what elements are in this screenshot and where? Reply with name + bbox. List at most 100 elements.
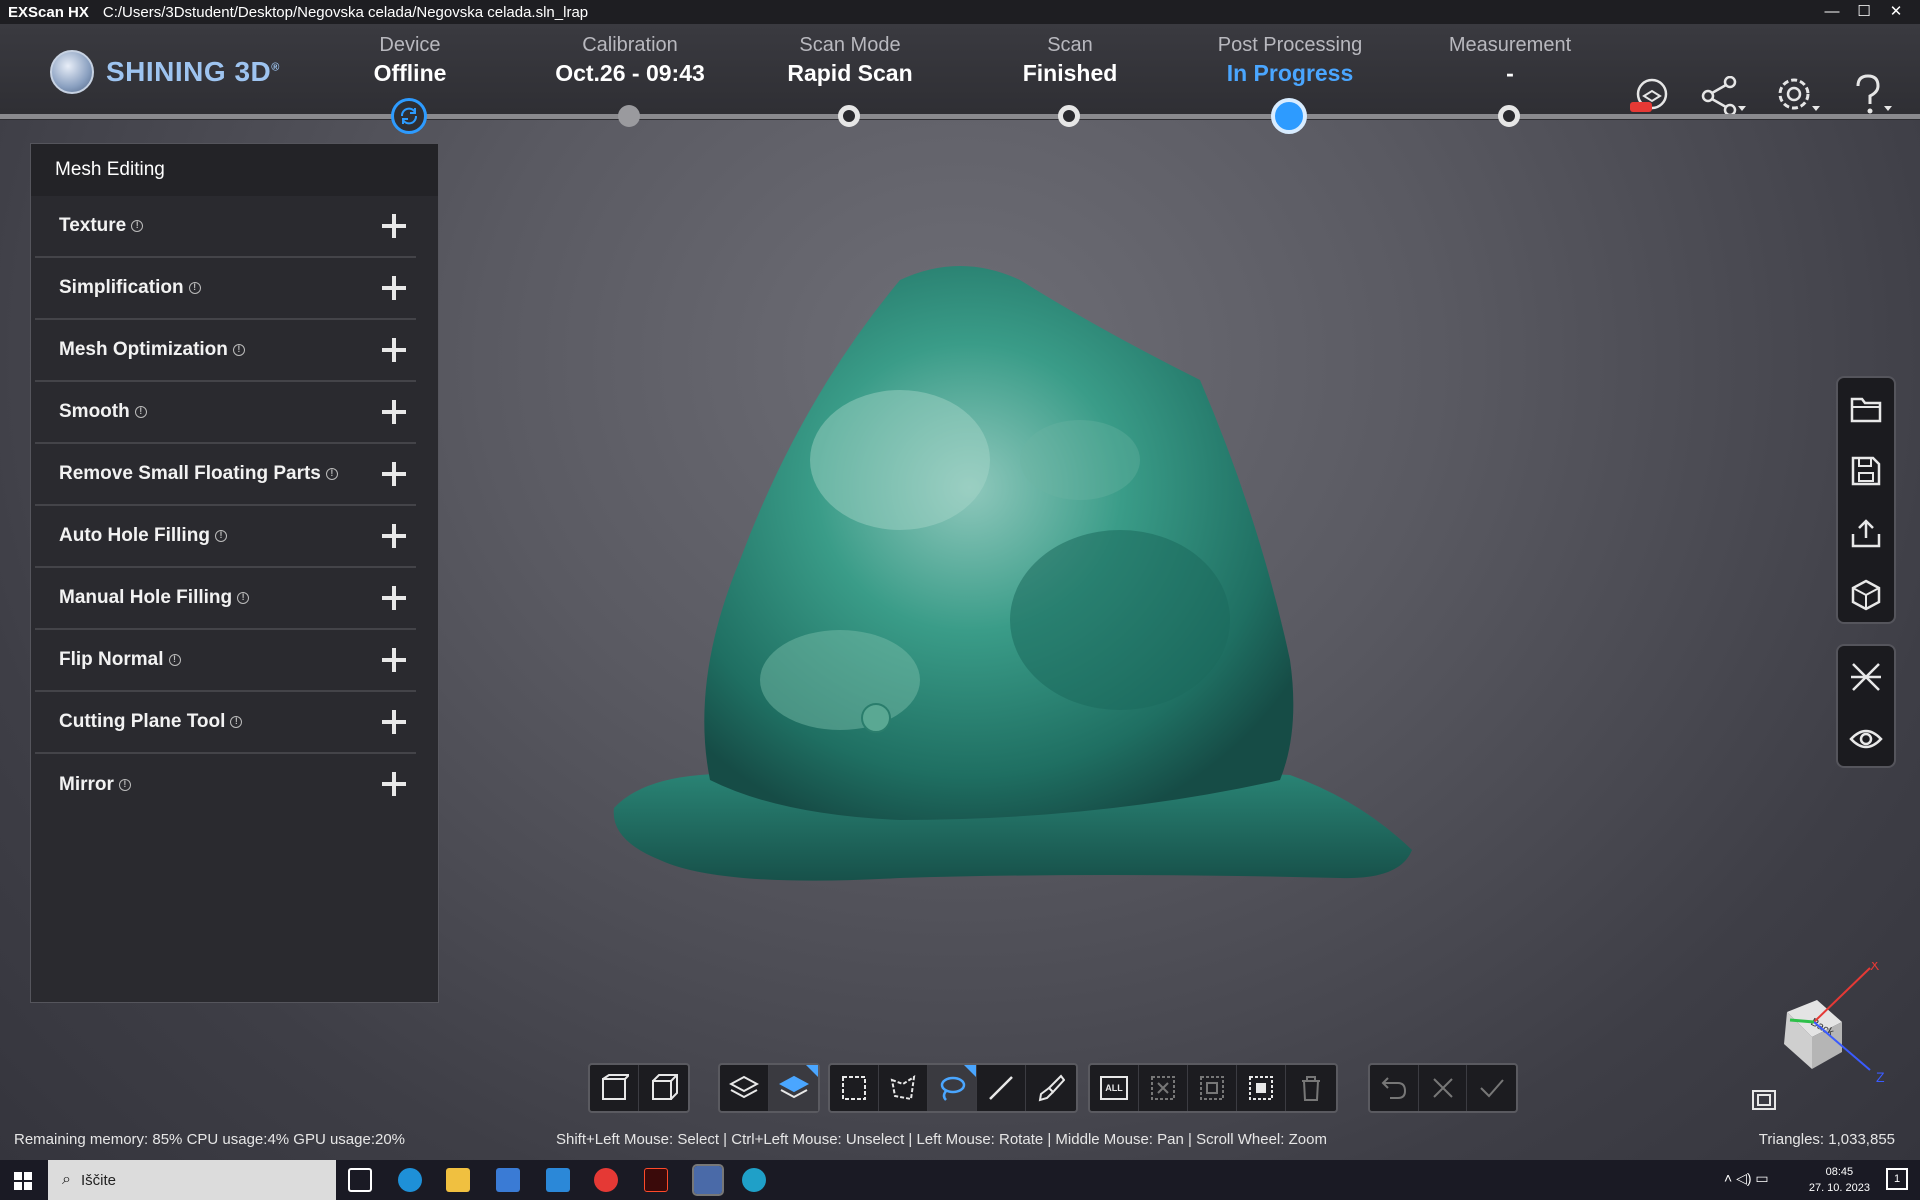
line-select-button[interactable] [977, 1065, 1026, 1111]
expand-plus-icon[interactable] [382, 276, 406, 300]
info-icon[interactable]: ! [118, 779, 131, 791]
rect-select-button[interactable] [830, 1065, 879, 1111]
rectangle-select-icon [842, 1076, 866, 1100]
view-mode-button[interactable] [590, 1065, 639, 1111]
help-icon[interactable] [1848, 74, 1896, 118]
export-button[interactable] [1838, 502, 1894, 564]
expand-plus-icon[interactable] [382, 400, 406, 424]
tool-texture[interactable]: Texture ! [35, 196, 416, 258]
expand-plus-icon[interactable] [382, 710, 406, 734]
device-refresh-icon[interactable] [391, 98, 427, 134]
save-icon [1851, 456, 1881, 486]
illustrator-icon[interactable] [644, 1168, 668, 1192]
settings-icon[interactable] [1774, 76, 1822, 116]
lasso-icon [940, 1076, 966, 1101]
view-button[interactable] [1838, 708, 1894, 770]
info-icon[interactable]: ! [134, 406, 147, 418]
info-icon[interactable]: ! [214, 530, 227, 542]
tool-flip-normal[interactable]: Flip Normal ! [35, 630, 416, 692]
align-icon [1851, 663, 1881, 691]
tool-smooth[interactable]: Smooth ! [35, 382, 416, 444]
expand-plus-icon[interactable] [382, 338, 406, 362]
new-model-icon[interactable] [1628, 74, 1676, 118]
mail-icon[interactable] [546, 1168, 570, 1192]
tool-mirror[interactable]: Mirror ! [35, 754, 416, 816]
exscan-hx-icon[interactable] [692, 1164, 724, 1196]
action-toolbar [1368, 1063, 1518, 1113]
task-view-icon[interactable] [348, 1168, 372, 1192]
clock[interactable]: 08:45 27. 10. 2023 [1809, 1164, 1870, 1196]
tool-simplification[interactable]: Simplification ! [35, 258, 416, 320]
info-icon[interactable]: ! [237, 592, 250, 604]
tool-label: Auto Hole Filling [59, 525, 210, 546]
expand-plus-icon[interactable] [382, 648, 406, 672]
maximize-button[interactable]: ☐ [1848, 0, 1880, 24]
measurement-node [1498, 105, 1520, 127]
expand-plus-icon[interactable] [382, 586, 406, 610]
tool-cutting-plane[interactable]: Cutting Plane Tool ! [35, 692, 416, 754]
file-explorer-icon[interactable] [446, 1168, 470, 1192]
apply-button[interactable] [1467, 1065, 1516, 1111]
windows-start-icon[interactable] [14, 1172, 32, 1190]
undo-icon [1381, 1077, 1406, 1099]
wireframe-button[interactable] [639, 1065, 688, 1111]
expand-selection-button[interactable] [1188, 1065, 1237, 1111]
layers-button[interactable] [720, 1065, 769, 1111]
notifications-icon[interactable]: 1 [1886, 1168, 1908, 1190]
tool-manual-hole-filling[interactable]: Manual Hole Filling ! [35, 568, 416, 630]
info-icon[interactable]: ! [188, 282, 201, 294]
logo: SHINING 3D® [50, 50, 280, 94]
expand-plus-icon[interactable] [382, 214, 406, 238]
orientation-gizmo[interactable]: Back X Z [1762, 962, 1902, 1092]
open-folder-button[interactable] [1838, 378, 1894, 440]
fit-view-icon[interactable] [1752, 1090, 1776, 1110]
tool-auto-hole-filling[interactable]: Auto Hole Filling ! [35, 506, 416, 568]
step-device[interactable]: Device Offline [300, 34, 520, 87]
expand-plus-icon[interactable] [382, 462, 406, 486]
step-calibration[interactable]: Calibration Oct.26 - 09:43 [520, 34, 740, 87]
select-all-button[interactable]: ALL [1090, 1065, 1139, 1111]
step-measurement[interactable]: Measurement - [1400, 34, 1620, 87]
taskbar-search[interactable]: ⌕ Iščite [48, 1160, 336, 1200]
info-icon[interactable]: ! [230, 716, 243, 728]
title-bar: EXScan HX C:/Users/3Dstudent/Desktop/Neg… [0, 0, 1920, 24]
visible-layers-button[interactable] [769, 1065, 818, 1111]
app-m-icon[interactable] [594, 1168, 618, 1192]
delete-selection-button[interactable] [1286, 1065, 1335, 1111]
tray-icons[interactable]: ˄ ◁) ▭ [1724, 1170, 1769, 1187]
close-button[interactable]: ✕ [1880, 0, 1912, 24]
edge-beta-icon[interactable] [742, 1168, 766, 1192]
save-button[interactable] [1838, 440, 1894, 502]
info-icon[interactable]: ! [131, 220, 144, 232]
app-title: EXScan HX [8, 3, 89, 21]
step-post-processing[interactable]: Post Processing In Progress [1180, 34, 1400, 87]
lasso-select-button[interactable] [928, 1065, 977, 1111]
minimize-button[interactable]: — [1816, 0, 1848, 24]
info-icon[interactable]: ! [325, 468, 338, 480]
edge-icon[interactable] [398, 1168, 422, 1192]
3d-mesh-model[interactable] [600, 260, 1420, 890]
3d-model-button[interactable] [1838, 564, 1894, 626]
expand-plus-icon[interactable] [382, 772, 406, 796]
cancel-button[interactable] [1419, 1065, 1468, 1111]
share-icon[interactable] [1700, 76, 1748, 116]
align-button[interactable] [1838, 646, 1894, 708]
step-scan[interactable]: Scan Finished [960, 34, 1180, 87]
expand-plus-icon[interactable] [382, 524, 406, 548]
step-scan-mode[interactable]: Scan Mode Rapid Scan [740, 34, 960, 87]
store-icon[interactable] [496, 1168, 520, 1192]
brush-select-button[interactable] [1026, 1065, 1075, 1111]
tool-remove-small-floating-parts[interactable]: Remove Small Floating Parts ! [35, 444, 416, 506]
invert-selection-button[interactable] [1237, 1065, 1286, 1111]
clock-time: 08:45 [1825, 1166, 1854, 1178]
info-icon[interactable]: ! [232, 344, 245, 356]
tool-mesh-optimization[interactable]: Mesh Optimization ! [35, 320, 416, 382]
polygon-select-icon [890, 1074, 916, 1101]
tool-label: Mesh Optimization [59, 339, 228, 360]
step-label: Device [379, 34, 441, 56]
clear-selection-button[interactable] [1139, 1065, 1188, 1111]
undo-button[interactable] [1370, 1065, 1419, 1111]
tool-label: Smooth [59, 401, 130, 422]
info-icon[interactable]: ! [168, 654, 181, 666]
polygon-select-button[interactable] [879, 1065, 928, 1111]
